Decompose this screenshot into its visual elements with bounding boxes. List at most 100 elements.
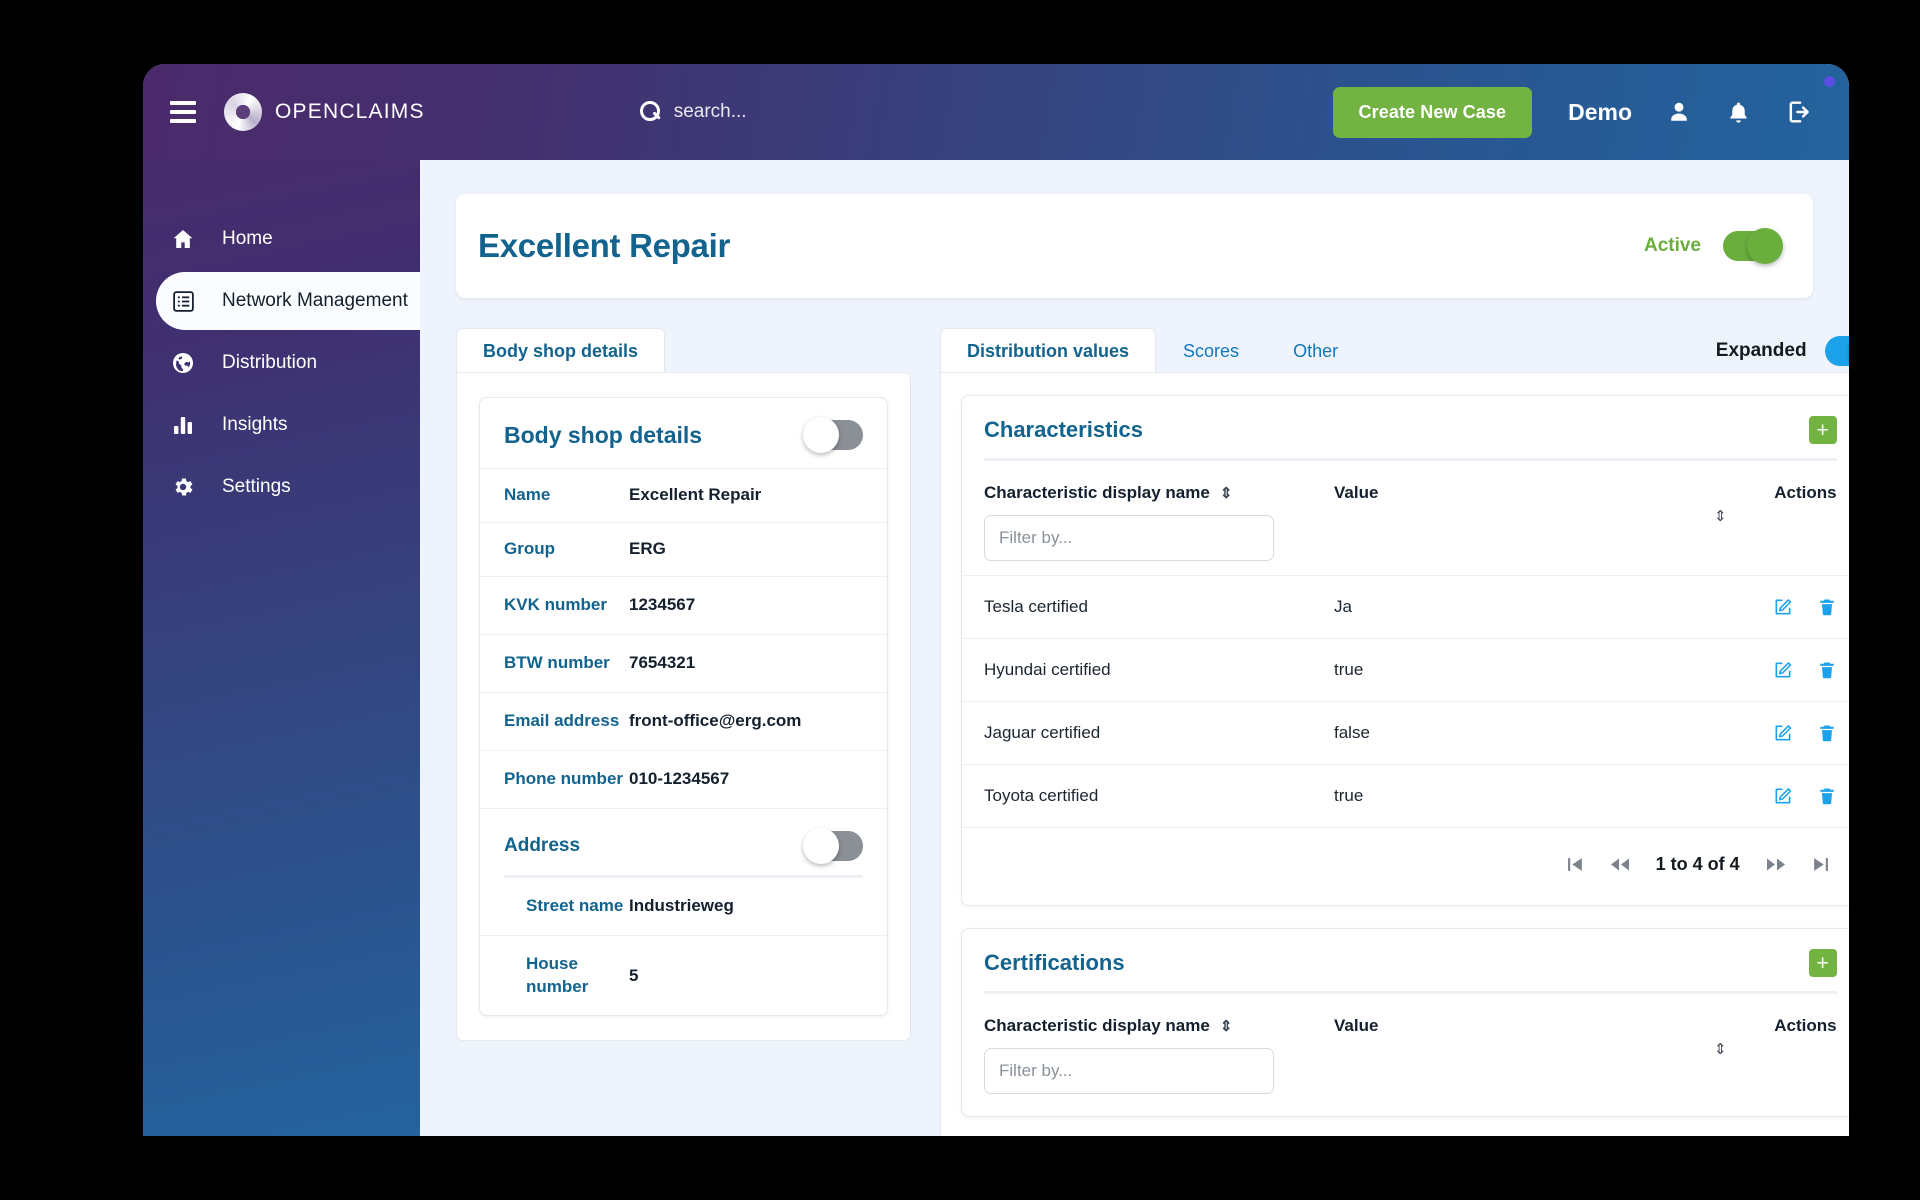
sidebar-item-distribution[interactable]: Distribution — [143, 334, 420, 392]
field-row: Group ERG — [480, 521, 887, 576]
body-shop-details-card: Body shop details Name Excellent Repair … — [479, 397, 888, 1017]
field-label: Group — [504, 538, 555, 558]
edit-icon[interactable] — [1773, 660, 1793, 680]
characteristics-header: Characteristics + — [962, 396, 1849, 458]
sidebar-item-network-management[interactable]: Network Management — [156, 272, 420, 330]
search-input[interactable]: search... — [639, 101, 747, 123]
address-section-header: Address — [480, 807, 887, 875]
field-label: BTW number — [504, 652, 610, 672]
right-tabs: Distribution values Scores Other Expande… — [940, 326, 1849, 372]
field-row: KVK number 1234567 — [480, 575, 887, 634]
row-actions — [1773, 786, 1837, 806]
tab-scores[interactable]: Scores — [1156, 328, 1266, 372]
sidebar: Home Network Management Distribution Ins… — [143, 64, 420, 1136]
active-toggle[interactable] — [1723, 228, 1783, 264]
field-value: Excellent Repair — [629, 485, 762, 505]
tab-other[interactable]: Other — [1266, 328, 1365, 372]
field-row: Email address front-office@erg.com — [480, 691, 887, 750]
field-row: Name Excellent Repair — [480, 468, 887, 522]
row-value: Ja — [1334, 597, 1352, 616]
certifications-table-header: Characteristic display name ⇕ Value ⇕ Ac… — [962, 994, 1849, 1057]
table-row[interactable]: Tesla certified Ja — [962, 575, 1849, 638]
previous-page-button[interactable] — [1610, 856, 1630, 873]
delete-icon[interactable] — [1817, 723, 1837, 743]
body-shop-details-toggle[interactable] — [803, 417, 863, 453]
row-value: false — [1334, 723, 1370, 742]
top-bar-actions: Create New Case Demo — [1332, 86, 1849, 138]
expanded-toggle[interactable] — [1824, 333, 1849, 369]
edit-icon[interactable] — [1773, 597, 1793, 617]
field-value: front-office@erg.com — [629, 711, 802, 731]
tab-distribution-values[interactable]: Distribution values — [940, 328, 1157, 372]
address-toggle[interactable] — [803, 827, 863, 864]
sort-icon[interactable]: ⇕ — [1220, 1019, 1233, 1034]
field-value: 010-1234567 — [629, 769, 730, 789]
user-icon[interactable] — [1666, 99, 1692, 125]
page-title: Excellent Repair — [478, 227, 730, 264]
sidebar-item-label: Distribution — [222, 352, 318, 373]
row-actions — [1773, 723, 1837, 743]
add-certification-button[interactable]: + — [1808, 949, 1837, 977]
delete-icon[interactable] — [1817, 786, 1837, 806]
characteristics-section: Characteristics + Characteristic display… — [961, 395, 1849, 906]
column-header-label: Value — [1334, 483, 1379, 502]
right-panel-body: Characteristics + Characteristic display… — [940, 372, 1849, 1136]
edit-icon[interactable] — [1773, 786, 1793, 806]
pagination-label: 1 to 4 of 4 — [1655, 854, 1740, 874]
add-characteristic-button[interactable]: + — [1808, 416, 1837, 444]
table-row[interactable]: Toyota certified true — [962, 764, 1849, 827]
certifications-header: Certifications + — [962, 929, 1849, 991]
app-window: Home Network Management Distribution Ins… — [143, 64, 1849, 1136]
delete-icon[interactable] — [1817, 660, 1837, 680]
row-value: true — [1334, 786, 1364, 805]
last-page-button[interactable] — [1812, 856, 1829, 873]
row-name: Tesla certified — [984, 597, 1088, 616]
column-header-actions: Actions — [1727, 483, 1836, 503]
certifications-section: Certifications + Characteristic display … — [961, 928, 1849, 1117]
column-header-label: Value — [1334, 1016, 1379, 1035]
create-new-case-button[interactable]: Create New Case — [1332, 86, 1533, 138]
row-name: Toyota certified — [984, 786, 1099, 805]
sidebar-item-settings[interactable]: Settings — [143, 458, 420, 516]
panels-row: Body shop details Body shop details Name… — [456, 326, 1849, 1136]
certifications-filter-input[interactable] — [984, 1048, 1274, 1094]
globe-icon — [170, 350, 196, 376]
field-value: 5 — [629, 965, 639, 985]
search-icon — [639, 101, 662, 123]
status-badge: Active — [1643, 235, 1701, 256]
field-label: KVK number — [504, 594, 607, 614]
tab-body-shop-details[interactable]: Body shop details — [456, 328, 666, 372]
characteristics-title: Characteristics — [984, 417, 1143, 442]
field-label: Phone number — [504, 768, 624, 788]
left-panel-body: Body shop details Name Excellent Repair … — [456, 372, 911, 1042]
right-panel: Distribution values Scores Other Expande… — [940, 326, 1849, 1136]
sidebar-item-label: Insights — [222, 414, 288, 435]
column-header-value: Value — [1334, 1016, 1714, 1036]
column-header-label: Actions — [1774, 1016, 1837, 1035]
notification-bell-icon[interactable] — [1726, 100, 1751, 125]
characteristics-filter-input[interactable] — [984, 515, 1274, 561]
sidebar-item-home[interactable]: Home — [143, 210, 420, 268]
logout-icon[interactable] — [1785, 98, 1813, 126]
certifications-title: Certifications — [984, 950, 1125, 975]
sort-icon[interactable]: ⇕ — [1220, 486, 1233, 501]
first-page-button[interactable] — [1567, 856, 1584, 873]
table-row[interactable]: Jaguar certified false — [962, 701, 1849, 764]
sidebar-item-label: Home — [222, 228, 273, 249]
top-bar: OPENCLAIMS search... Create New Case Dem… — [143, 64, 1849, 160]
table-row[interactable]: Hyundai certified true — [962, 638, 1849, 701]
field-row: Phone number 010-1234567 — [480, 749, 887, 808]
brand: OPENCLAIMS — [224, 93, 425, 131]
sidebar-item-label: Network Management — [222, 290, 408, 311]
body-shop-details-header: Body shop details — [480, 398, 887, 468]
left-panel: Body shop details Body shop details Name… — [456, 326, 911, 1136]
characteristics-table-header: Characteristic display name ⇕ Value ⇕ Ac… — [962, 461, 1849, 524]
hamburger-icon[interactable] — [170, 101, 196, 123]
sidebar-item-insights[interactable]: Insights — [143, 396, 420, 454]
logo-icon — [224, 93, 262, 131]
sort-icon[interactable]: ⇕ — [1714, 509, 1727, 524]
sort-icon[interactable]: ⇕ — [1714, 1042, 1727, 1057]
edit-icon[interactable] — [1773, 723, 1793, 743]
delete-icon[interactable] — [1817, 597, 1837, 617]
next-page-button[interactable] — [1766, 856, 1786, 873]
